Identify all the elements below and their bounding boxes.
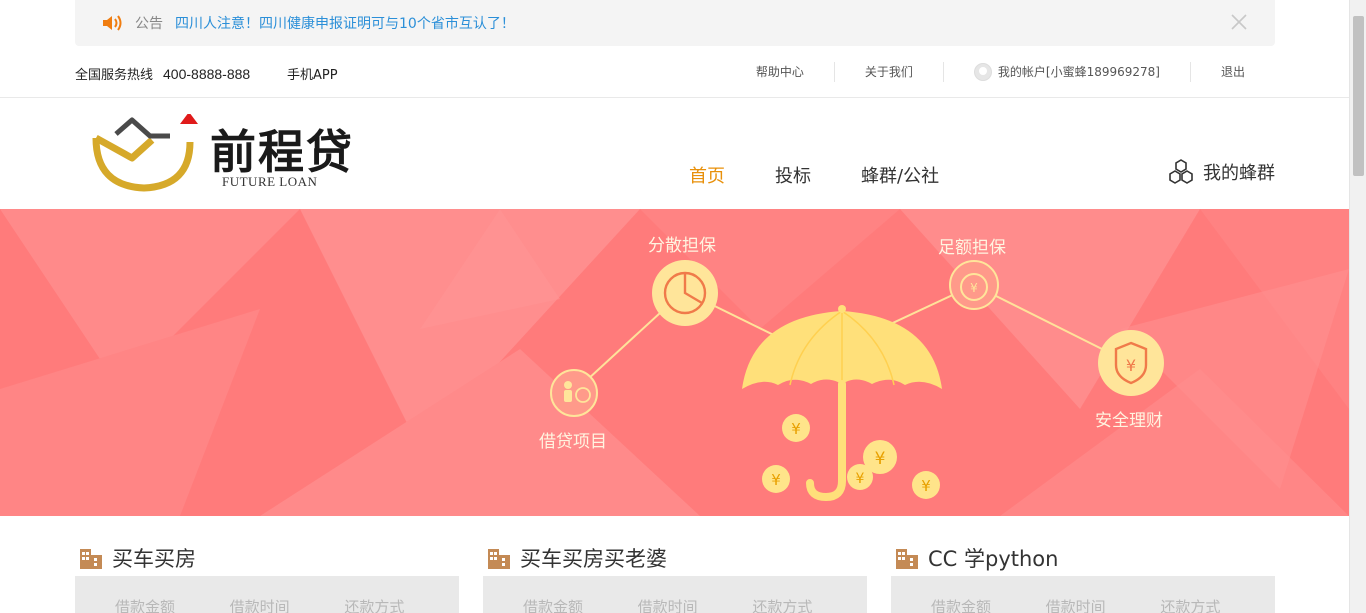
- hotline-label: 全国服务热线: [75, 68, 154, 83]
- product-cards: 买车买房 借款金额 借款时间 还款方式 买车买房买老婆 借款金额 借款时间 还款…: [75, 540, 1275, 613]
- my-account-link[interactable]: 我的帐户[小蜜蜂189969278]: [944, 62, 1191, 82]
- logo-mark-icon: [92, 114, 198, 192]
- main-nav: 首页 投标 蜂群/公社: [689, 162, 989, 188]
- svg-text:¥: ¥: [875, 449, 886, 469]
- feature-label-diversified: 分散担保: [648, 236, 716, 256]
- person-coin-icon: [550, 369, 598, 417]
- logout-link[interactable]: 退出: [1191, 62, 1275, 82]
- card-title-text: 买车买房买老婆: [520, 547, 667, 571]
- svg-text:¥: ¥: [856, 471, 865, 487]
- feature-label-loan-projects: 借贷项目: [539, 432, 607, 452]
- card-title-text: 买车买房: [112, 547, 196, 571]
- page-scrollbar[interactable]: [1349, 0, 1366, 613]
- shield-yen-icon: ¥: [1098, 330, 1164, 396]
- top-info-bar: 全国服务热线 400-8888-888 手机APP 帮助中心 关于我们 我的帐户[…: [0, 46, 1349, 98]
- svg-text:¥: ¥: [970, 281, 978, 295]
- site-logo[interactable]: 前程贷 FUTURE LOAN: [92, 114, 372, 194]
- my-account-label: 我的帐户[小蜜蜂189969278]: [997, 65, 1160, 79]
- top-links: 帮助中心 关于我们 我的帐户[小蜜蜂189969278] 退出: [726, 46, 1275, 98]
- col-duration: 借款时间: [229, 598, 290, 613]
- my-swarm-link[interactable]: 我的蜂群: [1167, 159, 1275, 185]
- announcement-bar: 公告 四川人注意！四川健康申报证明可与10个省市互认了！: [75, 0, 1275, 46]
- building-icon: [488, 549, 510, 569]
- site-header: 前程贷 FUTURE LOAN 首页 投标 蜂群/公社 我的蜂群: [0, 98, 1349, 209]
- nav-swarm-commune[interactable]: 蜂群/公社: [861, 162, 939, 188]
- col-repayment: 还款方式: [1160, 598, 1221, 613]
- col-duration: 借款时间: [1045, 598, 1106, 613]
- card-columns: 借款金额 借款时间 还款方式: [75, 576, 459, 613]
- card-title-text: CC 学python: [928, 547, 1059, 571]
- announcement-label: 公告: [135, 16, 163, 32]
- hero-banner[interactable]: ¥ ¥ ¥ ¥ ¥ ¥ ¥ 分散担保 足额担保 借贷项目 安全理财: [0, 209, 1349, 516]
- nav-home[interactable]: 首页: [689, 162, 725, 188]
- product-card[interactable]: CC 学python 借款金额 借款时间 还款方式: [891, 540, 1275, 613]
- feature-label-safe-finance: 安全理财: [1095, 411, 1163, 431]
- pie-chart-icon: [652, 260, 718, 326]
- card-title: 买车买房: [75, 540, 459, 576]
- feature-label-full-guarantee: 足额担保: [938, 238, 1006, 258]
- nav-bid[interactable]: 投标: [775, 162, 811, 188]
- building-icon: [896, 549, 918, 569]
- card-title: 买车买房买老婆: [483, 540, 867, 576]
- card-title: CC 学python: [891, 540, 1275, 576]
- product-card[interactable]: 买车买房 借款金额 借款时间 还款方式: [75, 540, 459, 613]
- brand-name: 前程贷: [210, 125, 354, 179]
- mobile-app-link[interactable]: 手机APP: [287, 64, 338, 83]
- col-amount: 借款金额: [931, 598, 992, 613]
- scrollbar-thumb[interactable]: [1353, 16, 1364, 176]
- svg-text:¥: ¥: [921, 477, 931, 495]
- product-card[interactable]: 买车买房买老婆 借款金额 借款时间 还款方式: [483, 540, 867, 613]
- svg-text:¥: ¥: [1126, 356, 1136, 375]
- col-repayment: 还款方式: [344, 598, 405, 613]
- svg-text:¥: ¥: [771, 471, 781, 489]
- card-columns: 借款金额 借款时间 还款方式: [483, 576, 867, 613]
- svg-text:¥: ¥: [791, 420, 801, 438]
- close-icon[interactable]: [1229, 12, 1249, 32]
- hexagon-cluster-icon: [1169, 159, 1193, 184]
- about-us-link[interactable]: 关于我们: [835, 62, 944, 82]
- help-center-link[interactable]: 帮助中心: [726, 62, 835, 82]
- col-duration: 借款时间: [637, 598, 698, 613]
- col-amount: 借款金额: [523, 598, 584, 613]
- hotline: 全国服务热线 400-8888-888: [75, 64, 250, 83]
- col-repayment: 还款方式: [752, 598, 813, 613]
- my-swarm-label: 我的蜂群: [1203, 163, 1275, 184]
- card-columns: 借款金额 借款时间 还款方式: [891, 576, 1275, 613]
- col-amount: 借款金额: [115, 598, 176, 613]
- building-icon: [80, 549, 102, 569]
- hotline-number: 400-8888-888: [163, 66, 251, 82]
- money-bag-icon: ¥: [949, 260, 999, 310]
- avatar: [973, 63, 992, 81]
- speaker-icon: [103, 15, 122, 31]
- announcement-text[interactable]: 四川人注意！四川健康申报证明可与10个省市互认了！: [175, 13, 515, 33]
- brand-name-en: FUTURE LOAN: [222, 174, 318, 189]
